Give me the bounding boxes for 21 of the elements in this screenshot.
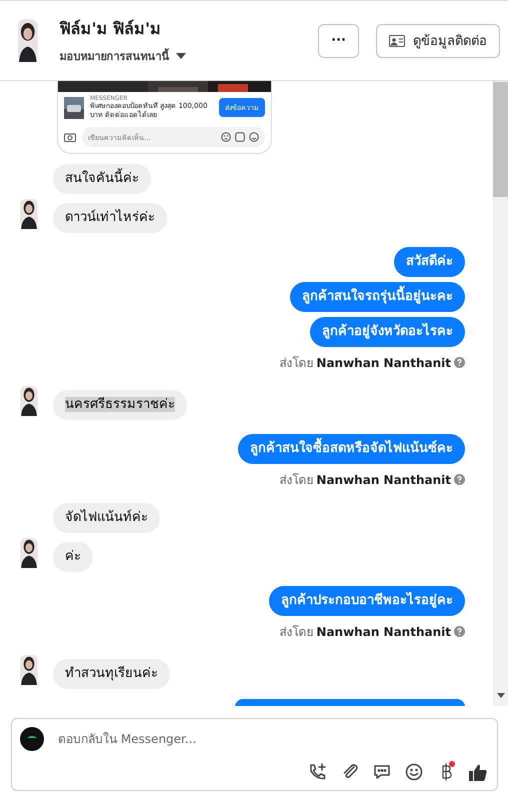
incoming-message: สนใจคันนี้ค่ะ xyxy=(53,164,151,194)
sent-by-label: ส่งโดย xyxy=(279,355,314,372)
author-name: Nanwhan Nanthanit xyxy=(316,356,451,370)
incoming-message: จัดไฟแน้นท์ค่ะ xyxy=(53,503,160,534)
author-name: Nanwhan Nanthanit xyxy=(316,472,451,487)
view-contact-button[interactable]: ดูข้อมูลติดต่อ xyxy=(376,24,500,58)
outgoing-message: ลูกค้าอยู่จังหวัดอะไรคะ xyxy=(310,317,465,348)
outgoing-message: สวัสดีค่ะ xyxy=(394,247,465,278)
incoming-message: ดาวน์เท่าไหร่ค่ะ xyxy=(53,203,167,234)
assign-dropdown[interactable]: มอบหมายการสนทนานี้ xyxy=(60,47,302,65)
incoming-message: นครศรีธรรมราชค่ะ xyxy=(53,390,187,420)
sent-by-label: ส่งโดย xyxy=(279,472,314,490)
outgoing-message: ลูกค้าสนใจรถรุ่นนี้อยู่นะคะ xyxy=(290,282,465,312)
incoming-message: ทำสวนทุเรียนค่ะ xyxy=(53,659,170,690)
author-name: Nanwhan Nanthanit xyxy=(316,624,451,639)
incoming-message: ค่ะ xyxy=(53,542,93,572)
more-button[interactable]: ··· xyxy=(318,24,359,58)
outgoing-message: ลูกค้าประกอบอาชีพอะไรอยู่คะ xyxy=(269,586,465,616)
outgoing-message: ลูกค้าสนใจซื้อสดหรือจัดไฟแน้นซ์คะ xyxy=(238,434,465,464)
contact-name: ฟิล์ม'ม ฟิล์ม'ม xyxy=(60,18,162,40)
sent-by-label: ส่งโดย xyxy=(279,624,314,642)
